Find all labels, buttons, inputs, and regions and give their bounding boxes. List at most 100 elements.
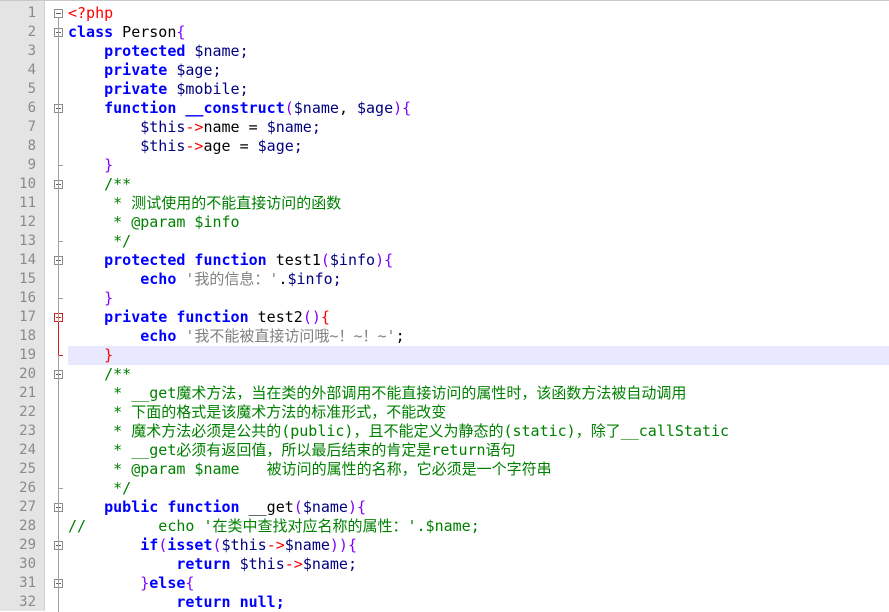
line-number: 2 xyxy=(27,24,36,40)
code-line[interactable]: /** xyxy=(68,365,889,384)
line-number: 16 xyxy=(19,290,36,306)
code-token: ; xyxy=(395,327,405,345)
code-line[interactable]: if(isset($this->$name)){ xyxy=(68,536,889,555)
code-line[interactable]: private $age; xyxy=(68,61,889,80)
code-line[interactable]: return $this->$name; xyxy=(68,555,889,574)
code-token: $name xyxy=(293,99,339,117)
code-line[interactable]: * 下面的格式是该魔术方法的标准形式，不能改变 xyxy=(68,403,889,422)
code-editor[interactable]: 1 2 3 4 5 6 7 8 9 10 11 12 13 14 15 16 17 18 19 20 21 22 23 24 2… xyxy=(0,0,889,612)
code-token: * 魔术方法必须是公共的(public)，且不能定义为静态的(static)，除… xyxy=(68,422,730,440)
code-token: protected xyxy=(104,251,186,269)
code-line[interactable]: * 测试使用的不能直接访问的函数 xyxy=(68,194,889,213)
code-token: <?php xyxy=(68,4,114,22)
fold-guide-line xyxy=(58,18,59,612)
line-number: 25 xyxy=(19,461,36,477)
code-line[interactable]: echo '我不能被直接访问哦~！~！~'; xyxy=(68,327,889,346)
code-token: { xyxy=(185,574,195,592)
code-line[interactable]: class Person{ xyxy=(68,23,889,42)
code-token: -> xyxy=(266,536,285,554)
line-number: 1 xyxy=(27,5,36,21)
code-token: test2 xyxy=(248,308,303,326)
code-token: $name; xyxy=(266,118,321,136)
code-line[interactable]: $this->age = $age; xyxy=(68,137,889,156)
code-token: $this xyxy=(221,536,267,554)
code-token: function xyxy=(104,99,177,117)
code-token: )){ xyxy=(329,536,357,554)
code-line[interactable]: } xyxy=(68,346,889,365)
line-number: 23 xyxy=(19,423,36,439)
code-line[interactable]: * __get魔术方法，当在类的外部调用不能直接访问的属性时，该函数方法被自动调… xyxy=(68,384,889,403)
code-line[interactable]: echo '我的信息：'.$info; xyxy=(68,270,889,289)
active-fold-guide-line xyxy=(58,322,59,355)
code-line[interactable]: * @param $info xyxy=(68,213,889,232)
code-token: private xyxy=(104,308,168,326)
code-line[interactable]: return null; xyxy=(68,593,889,612)
code-token: () xyxy=(302,308,321,326)
line-number: 3 xyxy=(27,43,36,59)
code-token: $this xyxy=(230,555,285,573)
code-line[interactable]: * 魔术方法必须是公共的(public)，且不能定义为静态的(static)，除… xyxy=(68,422,889,441)
line-number: 13 xyxy=(19,233,36,249)
code-line[interactable]: * __get必须有返回值，所以最后结束的肯定是return语句 xyxy=(68,441,889,460)
code-line[interactable]: protected $name; xyxy=(68,42,889,61)
code-token: ( xyxy=(320,251,330,269)
code-token: echo xyxy=(140,327,177,345)
code-token: private xyxy=(104,61,168,79)
code-token: ( xyxy=(284,99,294,117)
code-token: private xyxy=(104,80,168,98)
line-number: 14 xyxy=(19,252,36,268)
code-token: ){ xyxy=(347,498,367,516)
code-token: $age; xyxy=(257,137,303,155)
code-token: function xyxy=(167,308,249,326)
line-number: 31 xyxy=(19,575,36,591)
code-line[interactable]: private function test2(){ xyxy=(68,308,889,327)
line-number: 21 xyxy=(19,385,36,401)
code-token: * __get必须有返回值，所以最后结束的肯定是return语句 xyxy=(68,441,516,459)
line-number: 30 xyxy=(19,556,36,572)
code-token: * __get魔术方法，当在类的外部调用不能直接访问的属性时，该函数方法被自动调… xyxy=(68,384,687,402)
code-line[interactable]: }else{ xyxy=(68,574,889,593)
code-token: } xyxy=(104,346,114,364)
code-line[interactable]: public function __get($name){ xyxy=(68,498,889,517)
code-line[interactable]: } xyxy=(68,289,889,308)
code-token: name xyxy=(203,118,240,136)
code-line[interactable]: */ xyxy=(68,479,889,498)
code-token: isset xyxy=(167,536,213,554)
code-line[interactable]: } xyxy=(68,156,889,175)
code-token: -> xyxy=(185,118,204,136)
code-line[interactable]: private $mobile; xyxy=(68,80,889,99)
line-number: 17 xyxy=(19,309,36,325)
code-line[interactable]: <?php xyxy=(68,4,889,23)
code-token: { xyxy=(176,23,186,41)
code-token: protected xyxy=(104,42,186,60)
code-token: $name xyxy=(284,536,330,554)
code-line[interactable]: * @param $name 被访问的属性的名称，它必须是一个字符串 xyxy=(68,460,889,479)
code-line[interactable]: // echo '在类中查找对应名称的属性：'.$name; xyxy=(68,517,889,536)
line-number: 10 xyxy=(19,176,36,192)
code-token: -> xyxy=(284,555,303,573)
code-token: '我不能被直接访问哦~！~！~' xyxy=(176,327,396,345)
line-number: 28 xyxy=(19,518,36,534)
code-line[interactable]: $this->name = $name; xyxy=(68,118,889,137)
code-token: } xyxy=(104,156,114,174)
fold-toggle-icon[interactable] xyxy=(54,9,63,18)
line-number: 9 xyxy=(27,157,36,173)
code-line[interactable]: */ xyxy=(68,232,889,251)
code-token: } xyxy=(104,289,114,307)
code-line[interactable]: function __construct($name, $age){ xyxy=(68,99,889,118)
code-token: = xyxy=(239,118,267,136)
code-token: test1 xyxy=(266,251,321,269)
code-line[interactable]: protected function test1($info){ xyxy=(68,251,889,270)
line-number: 26 xyxy=(19,480,36,496)
code-line[interactable]: /** xyxy=(68,175,889,194)
